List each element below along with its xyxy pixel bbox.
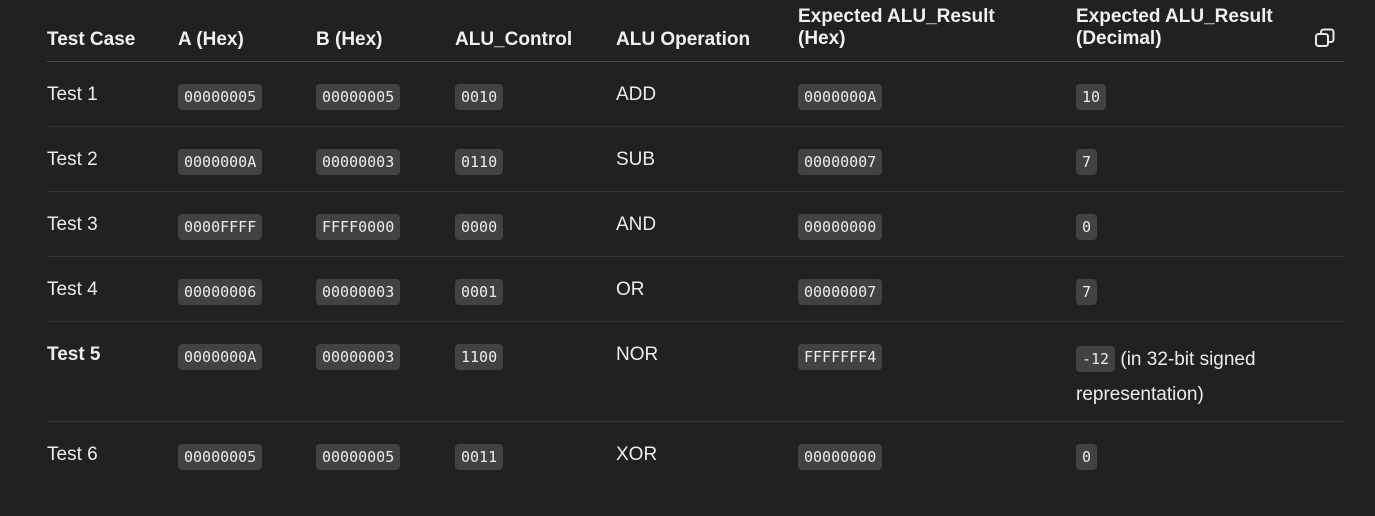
expected-decimal-cell: 0 — [1076, 444, 1098, 470]
alu-control-cell: 0001 — [455, 279, 504, 305]
expected-decimal-cell: 7 — [1076, 149, 1098, 175]
header-expected-hex-line1: Expected ALU_Result — [798, 6, 995, 27]
table-header: Test Case A (Hex) B (Hex) ALU_Control AL… — [47, 0, 1344, 62]
table-row: Test 2 0000000A 00000003 0110 SUB 000000… — [47, 127, 1344, 192]
a-hex-cell: 00000005 — [178, 84, 263, 110]
expected-hex-cell: 0000000A — [798, 84, 883, 110]
expected-hex-cell: 00000000 — [798, 214, 883, 240]
b-hex-cell: 00000003 — [316, 344, 401, 370]
alu-control-cell: 0010 — [455, 84, 504, 110]
table-row: Test 4 00000006 00000003 0001 OR 0000000… — [47, 257, 1344, 322]
test-case-cell: Test 6 — [47, 444, 98, 465]
test-case-cell: Test 3 — [47, 214, 98, 235]
header-b-hex: B (Hex) — [316, 29, 383, 50]
expected-decimal-cell: -12 (in 32-bit signed representation) — [1076, 342, 1306, 412]
table-row: Test 3 0000FFFF FFFF0000 0000 AND 000000… — [47, 192, 1344, 257]
alu-control-cell: 0110 — [455, 149, 504, 175]
alu-control-cell: 0000 — [455, 214, 504, 240]
a-hex-cell: 00000005 — [178, 444, 263, 470]
test-case-cell: Test 4 — [47, 279, 98, 300]
b-hex-cell: 00000003 — [316, 279, 401, 305]
header-alu-operation: ALU Operation — [616, 29, 751, 50]
alu-operation-cell: AND — [616, 214, 657, 235]
header-expected-decimal-line2: (Decimal) — [1076, 28, 1162, 49]
alu-operation-cell: XOR — [616, 444, 658, 465]
test-case-cell: Test 1 — [47, 84, 98, 105]
expected-hex-cell: 00000007 — [798, 279, 883, 305]
copy-table-button[interactable] — [1313, 26, 1337, 50]
expected-decimal-value: -12 — [1076, 346, 1116, 372]
header-a-hex: A (Hex) — [178, 29, 244, 50]
header-expected-hex: Expected ALU_Result (Hex) — [798, 6, 995, 50]
copy-icon — [1315, 28, 1335, 47]
table-row: Test 1 00000005 00000005 0010 ADD 000000… — [47, 62, 1344, 127]
a-hex-cell: 0000000A — [178, 149, 263, 175]
expected-decimal-cell: 10 — [1076, 84, 1107, 110]
header-test-case: Test Case — [47, 29, 136, 50]
b-hex-cell: FFFF0000 — [316, 214, 401, 240]
alu-operation-cell: SUB — [616, 149, 656, 170]
expected-hex-cell: 00000007 — [798, 149, 883, 175]
alu-operation-cell: OR — [616, 279, 645, 300]
test-case-cell: Test 5 — [47, 344, 101, 365]
alu-control-cell: 1100 — [455, 344, 504, 370]
b-hex-cell: 00000005 — [316, 444, 401, 470]
header-expected-decimal: Expected ALU_Result (Decimal) — [1076, 6, 1273, 50]
expected-hex-cell: FFFFFFF4 — [798, 344, 883, 370]
b-hex-cell: 00000005 — [316, 84, 401, 110]
expected-hex-cell: 00000000 — [798, 444, 883, 470]
expected-decimal-cell: 7 — [1076, 279, 1098, 305]
header-expected-decimal-line1: Expected ALU_Result — [1076, 6, 1273, 27]
a-hex-cell: 0000FFFF — [178, 214, 263, 240]
test-case-cell: Test 2 — [47, 149, 98, 170]
expected-decimal-cell: 0 — [1076, 214, 1098, 240]
alu-operation-cell: ADD — [616, 84, 657, 105]
table-row: Test 5 0000000A 00000003 1100 NOR FFFFFF… — [47, 322, 1344, 422]
b-hex-cell: 00000003 — [316, 149, 401, 175]
a-hex-cell: 00000006 — [178, 279, 263, 305]
alu-control-cell: 0011 — [455, 444, 504, 470]
alu-test-table: Test Case A (Hex) B (Hex) ALU_Control AL… — [47, 0, 1344, 492]
alu-operation-cell: NOR — [616, 344, 659, 365]
header-alu-control: ALU_Control — [455, 29, 573, 50]
table-row: Test 6 00000005 00000005 0011 XOR 000000… — [47, 422, 1344, 492]
a-hex-cell: 0000000A — [178, 344, 263, 370]
header-expected-hex-line2: (Hex) — [798, 28, 846, 49]
